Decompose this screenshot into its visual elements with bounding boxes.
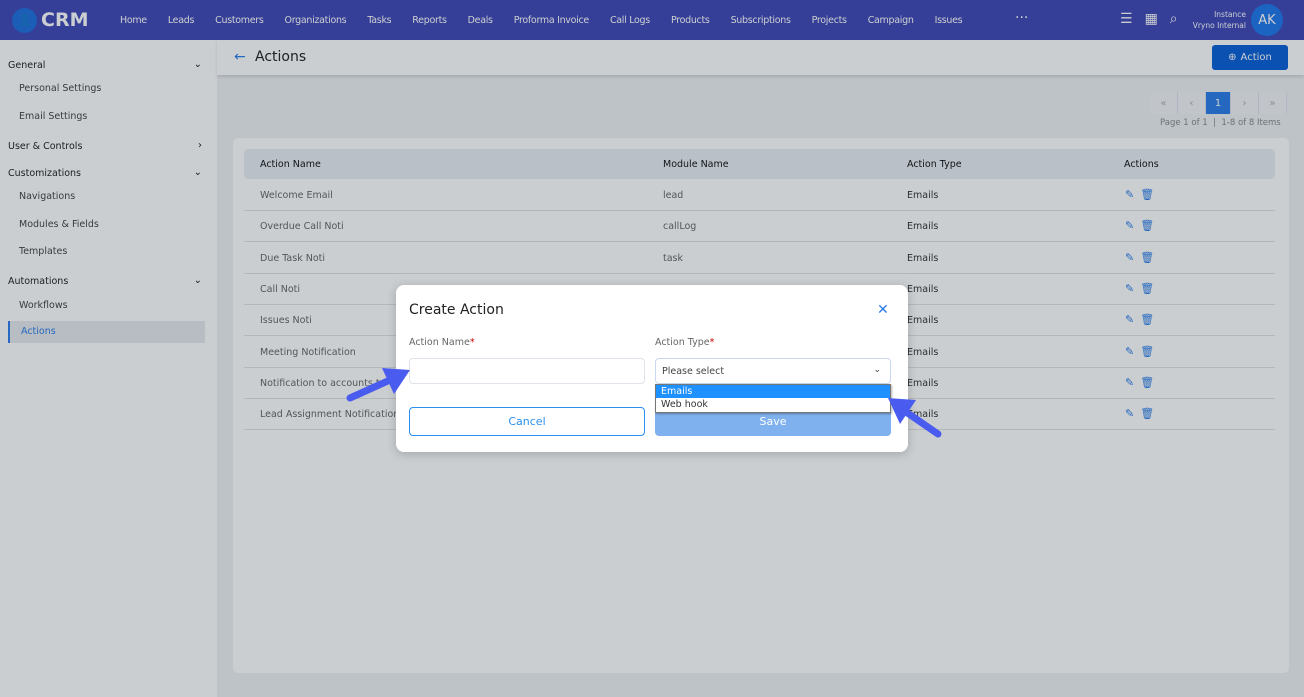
action-name-input[interactable] (409, 358, 645, 384)
option-web-hook[interactable]: Web hook (656, 398, 890, 411)
option-emails[interactable]: Emails (656, 385, 890, 398)
action-type-dropdown: Emails Web hook (655, 384, 891, 413)
create-action-modal: Create Action ✕ Action Name* Action Type… (396, 285, 908, 452)
chevron-down-icon: ⌄ (873, 365, 881, 375)
close-icon[interactable]: ✕ (877, 302, 889, 318)
action-name-label: Action Name* (409, 337, 475, 348)
annotation-arrow-icon (888, 398, 942, 438)
annotation-arrow-icon (346, 368, 410, 402)
action-type-select[interactable]: Please select ⌄ (655, 358, 891, 384)
action-type-label: Action Type* (655, 337, 715, 348)
modal-title: Create Action (409, 302, 504, 318)
cancel-button[interactable]: Cancel (409, 407, 645, 436)
